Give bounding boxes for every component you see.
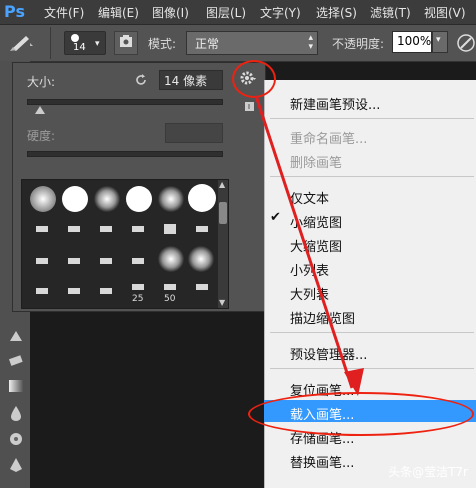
watermark: 头条@莹洁T7r [388, 465, 468, 479]
annotation-arrow [254, 95, 364, 396]
